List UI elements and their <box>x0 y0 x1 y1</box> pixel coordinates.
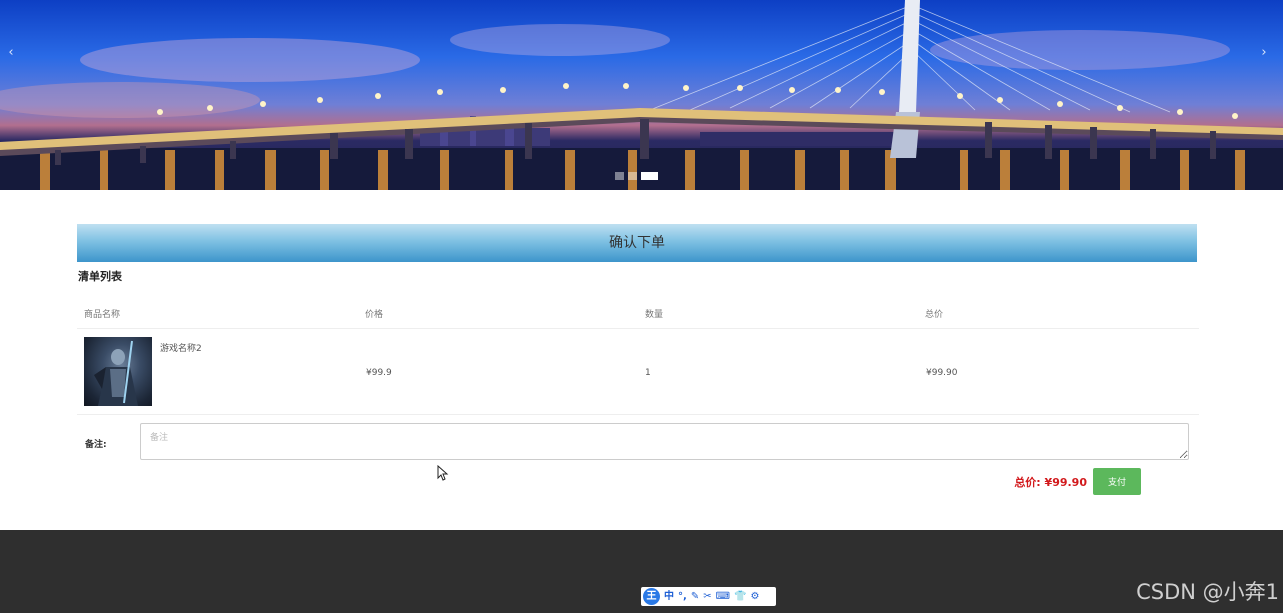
product-name: 游戏名称2 <box>160 344 202 354</box>
remark-textarea[interactable] <box>140 423 1189 460</box>
product-total: ¥99.90 <box>926 368 958 378</box>
carousel-next-icon[interactable]: › <box>1253 40 1275 66</box>
remark-label: 备注: <box>85 440 107 450</box>
carousel-dot-active[interactable] <box>641 172 658 180</box>
product-quantity: 1 <box>645 368 651 378</box>
order-confirm-title: 确认下单 <box>77 224 1197 262</box>
table-row: 游戏名称2 ¥99.9 1 ¥99.90 <box>77 329 1199 415</box>
game-thumbnail-image <box>84 337 152 406</box>
column-header-total: 总价 <box>925 310 944 320</box>
order-table: 商品名称 价格 数量 总价 游戏名称2 ¥99.9 1 ¥99.90 <box>77 296 1199 415</box>
column-header-name: 商品名称 <box>84 310 121 320</box>
ime-punctuation-icon[interactable]: °, <box>678 587 687 606</box>
grand-total: 总价: ¥99.90 <box>1014 476 1087 489</box>
ime-toolbar[interactable]: 王 中 °, ✎ ✂ ⌨ 👕 ⚙ <box>641 587 776 606</box>
bridge-night-image <box>0 0 1283 190</box>
carousel-dot[interactable] <box>628 172 637 180</box>
mouse-cursor-icon <box>437 465 449 481</box>
table-header: 商品名称 价格 数量 总价 <box>77 296 1199 329</box>
carousel-indicators <box>615 172 658 180</box>
ime-handwrite-icon[interactable]: ✎ <box>691 587 699 606</box>
ime-keyboard-icon[interactable]: ⌨ <box>716 587 730 606</box>
column-header-quantity: 数量 <box>645 310 664 320</box>
banner-carousel: ‹ › <box>0 0 1283 190</box>
ime-skin-icon[interactable]: 👕 <box>734 587 746 606</box>
list-title: 清单列表 <box>78 270 122 283</box>
carousel-dot[interactable] <box>615 172 624 180</box>
ime-logo-icon[interactable]: 王 <box>643 588 660 605</box>
csdn-watermark: CSDN @小奔1 <box>1136 580 1279 604</box>
ime-screenshot-icon[interactable]: ✂ <box>703 587 711 606</box>
ime-settings-icon[interactable]: ⚙ <box>750 587 759 606</box>
ime-mode-toggle[interactable]: 中 <box>664 587 674 606</box>
column-header-price: 价格 <box>365 310 384 320</box>
product-price: ¥99.9 <box>366 368 392 378</box>
pay-button[interactable]: 支付 <box>1093 468 1141 495</box>
carousel-prev-icon[interactable]: ‹ <box>0 40 22 66</box>
